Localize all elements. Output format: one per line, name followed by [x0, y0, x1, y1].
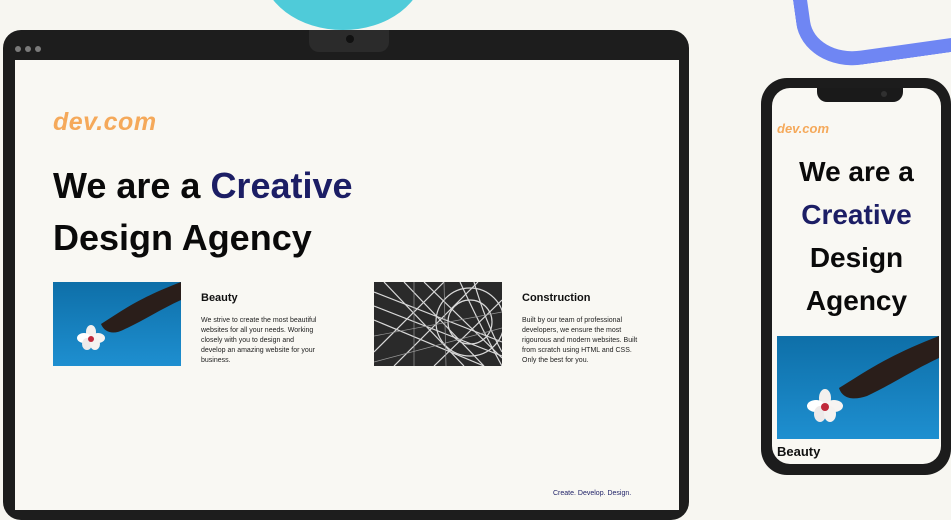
- logo[interactable]: dev.com: [53, 108, 157, 137]
- phone-hero-line: Agency: [805, 285, 908, 316]
- window-dot-icon: [35, 46, 41, 52]
- decorative-blob-top: [262, 0, 424, 30]
- service-card-beauty: [53, 282, 181, 366]
- service-card-text: Built by our team of professional develo…: [522, 317, 638, 364]
- phone-hero-heading: We are a Creative Design Agency: [772, 150, 941, 322]
- window-dots: [15, 46, 41, 52]
- hero-heading: We are a Creative Design Agency: [53, 160, 353, 264]
- beauty-image: [53, 282, 181, 366]
- service-card-construction: [374, 282, 502, 366]
- camera-icon: [881, 91, 887, 97]
- phone-mockup: dev.com We are a Creative Design Agency: [761, 78, 951, 475]
- phone-beauty-image: [777, 336, 939, 439]
- hero-line1-prefix: We are a: [53, 165, 211, 206]
- hero-line1-accent: Creative: [210, 165, 353, 206]
- phone-hero-line: We are a: [799, 156, 914, 187]
- construction-image: [374, 282, 502, 366]
- window-dot-icon: [15, 46, 21, 52]
- phone-logo[interactable]: dev.com: [777, 121, 829, 136]
- footer-tagline: Create. Develop. Design.: [553, 490, 632, 497]
- service-card-text: We strive to create the most beautiful w…: [201, 317, 317, 364]
- camera-icon: [346, 35, 354, 43]
- phone-screen: dev.com We are a Creative Design Agency: [772, 88, 941, 464]
- phone-notch: [817, 88, 903, 102]
- laptop-mockup: dev.com We are a Creative Design Agency: [3, 30, 689, 520]
- window-dot-icon: [25, 46, 31, 52]
- service-card-title: Construction: [522, 292, 591, 304]
- service-card-title: Beauty: [201, 292, 238, 304]
- phone-hero-line-accent: Creative: [801, 199, 912, 230]
- hero-line2: Design Agency: [53, 217, 312, 258]
- decorative-blob-right: [788, 0, 951, 73]
- phone-card-title: Beauty: [777, 444, 821, 459]
- laptop-screen: dev.com We are a Creative Design Agency: [15, 60, 679, 510]
- laptop-top-bar: [3, 30, 689, 60]
- phone-hero-line: Design: [809, 242, 904, 273]
